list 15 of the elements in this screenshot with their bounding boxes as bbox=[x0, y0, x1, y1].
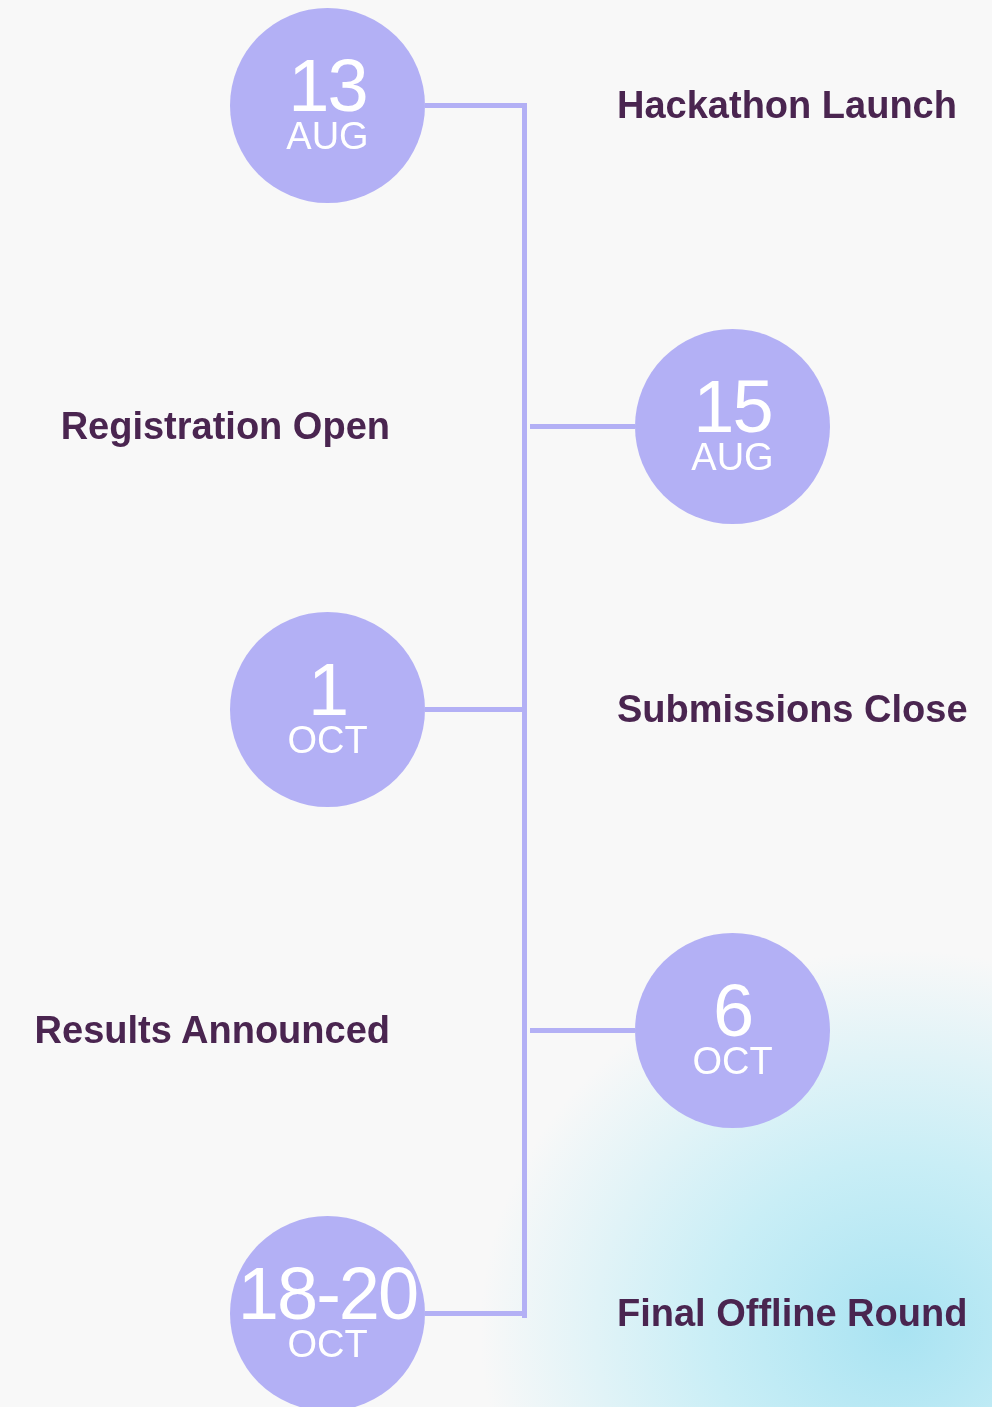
event-title: Registration Open bbox=[60, 405, 390, 448]
date-day: 6 bbox=[712, 980, 753, 1041]
date-day: 13 bbox=[288, 55, 367, 116]
date-day: 1 bbox=[307, 659, 348, 720]
date-month: AUG bbox=[691, 436, 774, 477]
date-month: OCT bbox=[287, 719, 368, 760]
date-day: 15 bbox=[693, 376, 772, 437]
date-month: AUG bbox=[286, 115, 369, 156]
event-title: Submissions Close bbox=[617, 688, 968, 731]
event-title: Hackathon Launch bbox=[617, 84, 957, 127]
event-title: Results Announced bbox=[34, 1009, 390, 1052]
date-month: OCT bbox=[287, 1323, 368, 1364]
event-title: Final Offline Round bbox=[617, 1292, 968, 1335]
date-month: OCT bbox=[692, 1040, 773, 1081]
date-day: 18-20 bbox=[237, 1263, 418, 1324]
